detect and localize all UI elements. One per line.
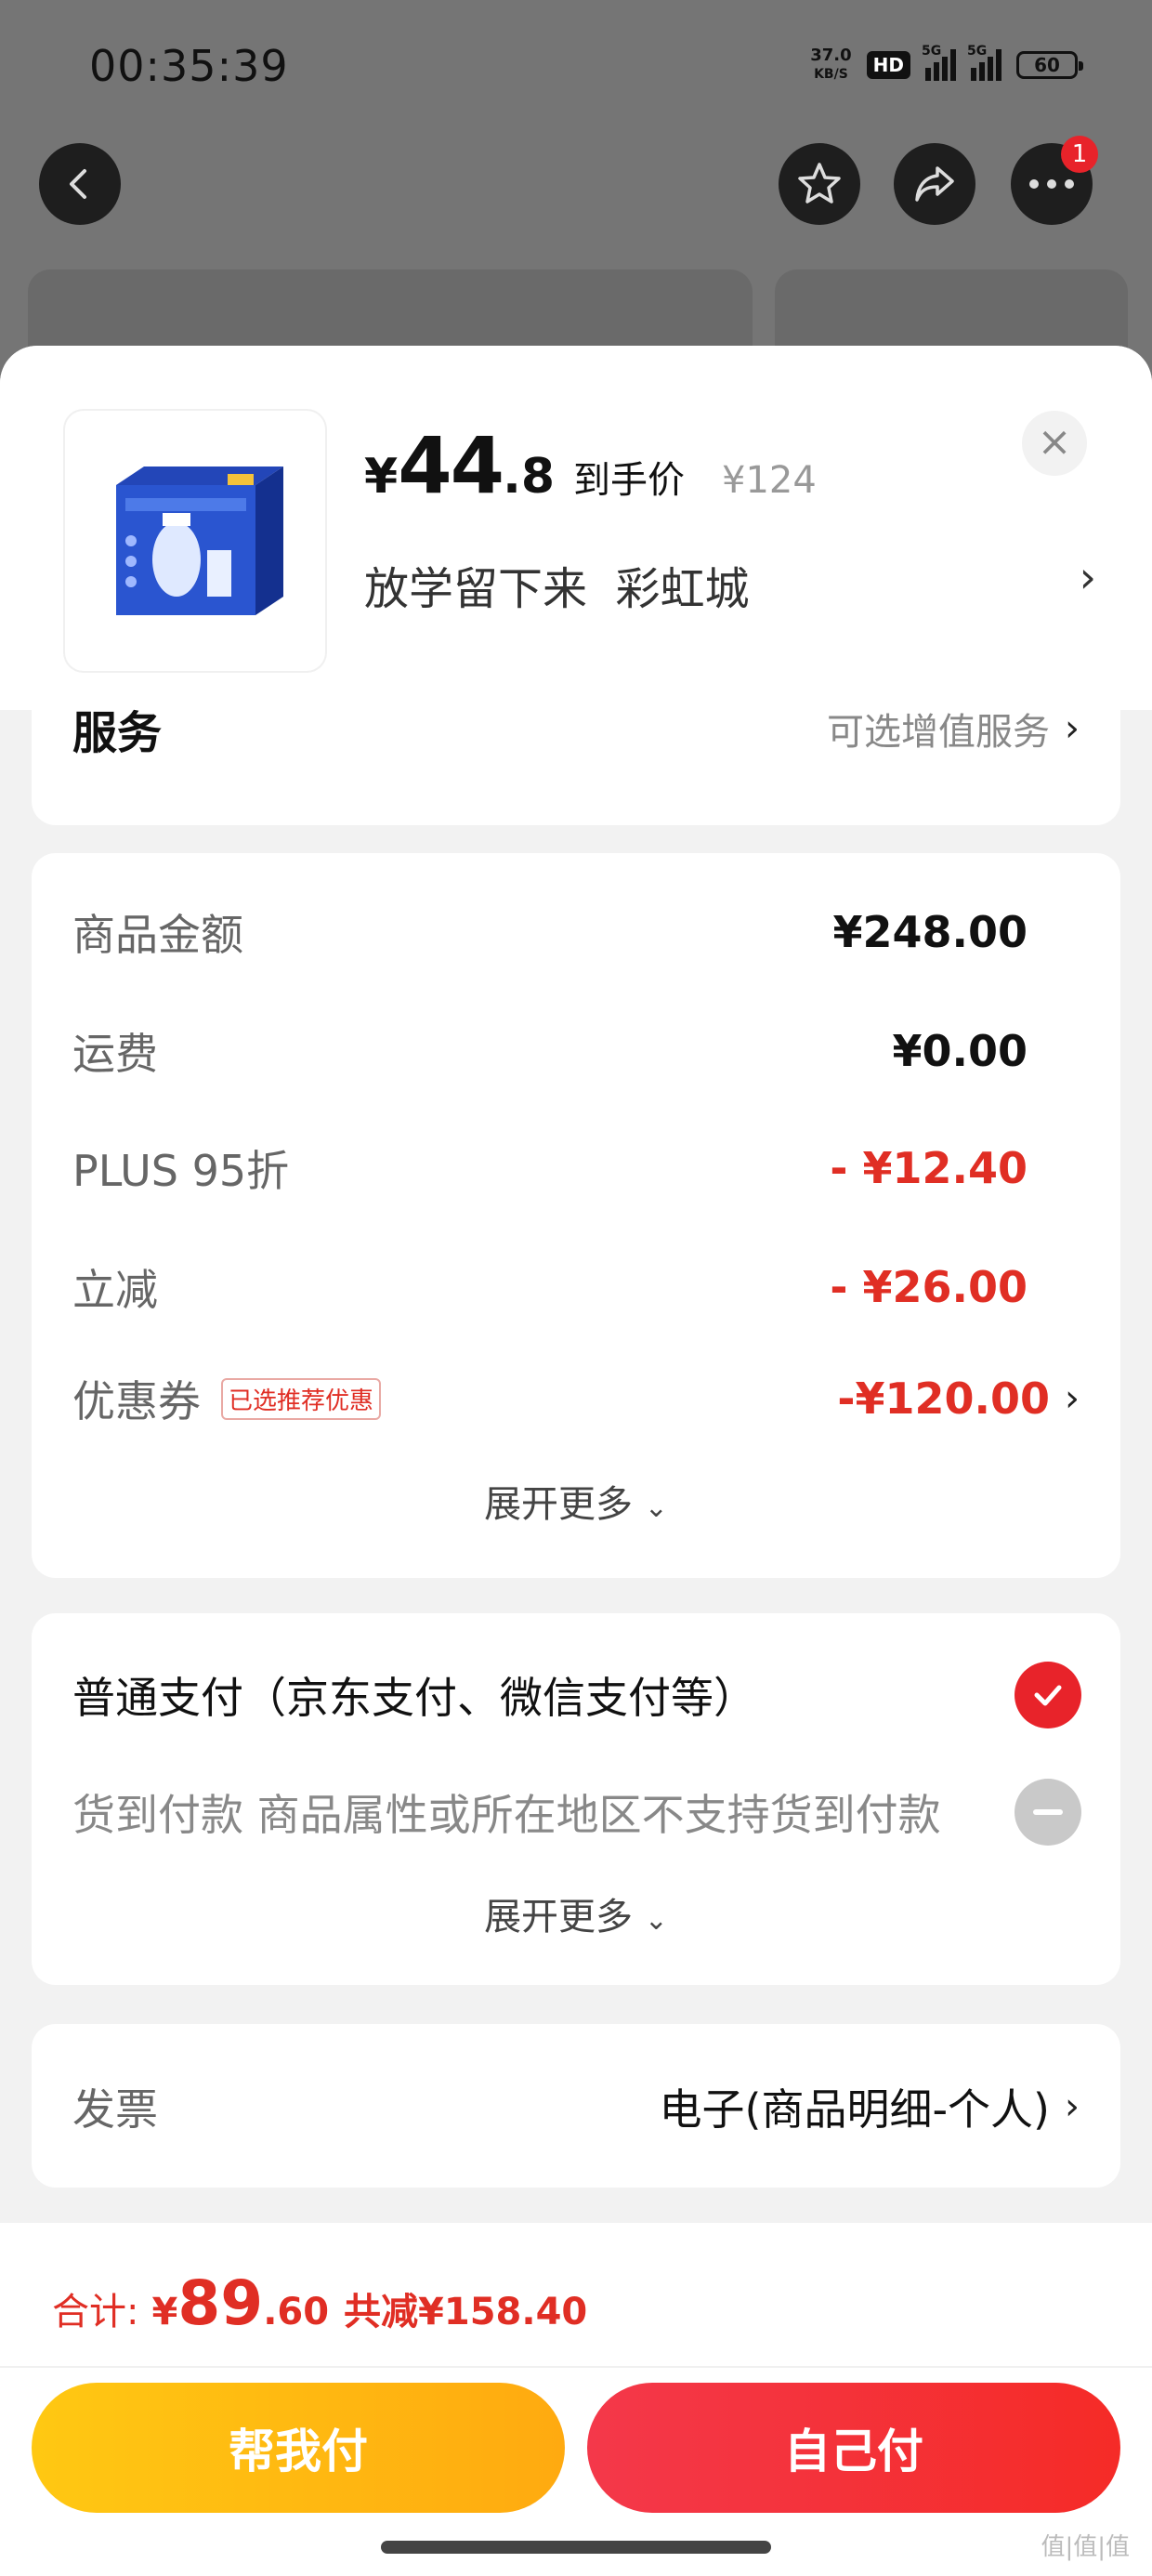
- signal-label: 5G: [922, 44, 942, 59]
- favorite-button[interactable]: [779, 143, 860, 225]
- help-pay-label: 帮我付: [229, 2425, 368, 2478]
- chevron-left-icon: [70, 169, 86, 199]
- cost-value: ¥0.00: [892, 1026, 1028, 1076]
- disabled-icon: [1015, 1779, 1081, 1846]
- payment-option-label: 货到付款 商品属性或所在地区不支持货到付款: [72, 1790, 941, 1840]
- payment-option-standard[interactable]: 普通支付（京东支付、微信支付等）: [72, 1662, 1081, 1728]
- cost-label: PLUS 95折: [72, 1146, 290, 1196]
- price-decimal: .8: [503, 449, 556, 505]
- cost-row-shipping: 运费 ¥0.00: [72, 1020, 1080, 1082]
- check-icon: [1015, 1662, 1081, 1728]
- home-indicator[interactable]: [381, 2541, 771, 2554]
- service-label: 服务: [72, 707, 163, 759]
- total-currency: ¥: [151, 2291, 178, 2333]
- more-dots-icon: [1029, 179, 1074, 189]
- service-card[interactable]: 服务 可选增值服务 ›: [32, 707, 1120, 825]
- expand-more-label: 展开更多: [484, 1483, 634, 1526]
- product-image: [116, 467, 283, 615]
- chevron-right-icon[interactable]: ›: [1080, 552, 1096, 602]
- cost-label: 运费: [72, 1029, 158, 1079]
- cost-row-plus-discount: PLUS 95折 - ¥12.40: [72, 1137, 1080, 1199]
- share-icon: [915, 166, 954, 202]
- original-price: ¥124: [722, 459, 817, 502]
- total-integer: 89: [177, 2267, 264, 2339]
- product-thumbnail[interactable]: [65, 411, 325, 671]
- expand-more-button[interactable]: 展开更多 ⌄: [32, 1886, 1120, 1940]
- price-line: ¥ 44 .8 到手价 ¥124: [364, 420, 817, 511]
- cost-row-coupon[interactable]: 优惠券 已选推荐优惠 -¥120.00 ›: [72, 1368, 1080, 1429]
- chevron-right-icon: ›: [1065, 2085, 1080, 2128]
- payment-option-label: 普通支付（京东支付、微信支付等）: [72, 1673, 756, 1723]
- cost-row-instant-discount: 立减 - ¥26.00: [72, 1256, 1080, 1318]
- signal-icon: 5G: [967, 44, 1001, 81]
- battery-icon: 60: [1016, 51, 1083, 79]
- payment-option-cod: 货到付款 商品属性或所在地区不支持货到付款: [72, 1779, 1081, 1846]
- total-summary: 合计: ¥ 89 .60 共减¥158.40: [52, 2267, 587, 2339]
- network-speed-value: 37.0: [810, 46, 852, 65]
- cost-value: ¥248.00: [832, 907, 1028, 957]
- network-speed: 37.0 KB/S: [810, 46, 851, 84]
- chevron-down-icon: ⌄: [644, 1492, 668, 1524]
- total-discount: 共减¥158.40: [344, 2291, 588, 2333]
- invoice-value: 电子(商品明细-个人): [659, 2084, 1051, 2135]
- chevron-right-icon: ›: [1065, 1377, 1080, 1420]
- close-icon: ×: [1037, 418, 1072, 466]
- payment-method-card: 普通支付（京东支付、微信支付等） 货到付款 商品属性或所在地区不支持货到付款 展…: [32, 1613, 1120, 1985]
- star-icon: [798, 163, 841, 204]
- price-tag: 到手价: [573, 459, 686, 502]
- chevron-down-icon: ⌄: [644, 1904, 668, 1937]
- notification-badge: 1: [1061, 136, 1098, 173]
- total-decimal: .60: [263, 2291, 330, 2333]
- help-pay-button[interactable]: 帮我付: [32, 2383, 565, 2513]
- price-currency: ¥: [364, 449, 399, 505]
- coupon-tag: 已选推荐优惠: [221, 1377, 382, 1420]
- expand-more-button[interactable]: 展开更多 ⌄: [32, 1474, 1120, 1528]
- product-header: ¥ 44 .8 到手价 ¥124 放学留下来 彩虹城 › ×: [0, 346, 1152, 710]
- status-bar: 00:35:39 37.0 KB/S HD 5G 5G 60: [0, 0, 1152, 139]
- cost-label: 商品金额: [72, 910, 243, 960]
- back-button[interactable]: [39, 143, 121, 225]
- cost-label: 优惠券: [72, 1376, 201, 1426]
- chevron-right-icon: ›: [1065, 707, 1080, 750]
- footer-divider: [0, 2366, 1152, 2368]
- service-hint: 可选增值服务: [827, 711, 1050, 754]
- invoice-label: 发票: [72, 2084, 158, 2135]
- invoice-card[interactable]: 发票 电子(商品明细-个人) ›: [32, 2024, 1120, 2188]
- cost-value: -¥120.00: [837, 1373, 1050, 1424]
- cost-value: - ¥26.00: [830, 1262, 1028, 1312]
- self-pay-button[interactable]: 自己付: [587, 2383, 1120, 2513]
- total-label: 合计:: [52, 2291, 139, 2333]
- self-pay-label: 自己付: [784, 2425, 923, 2478]
- hd-icon: HD: [866, 51, 910, 79]
- cost-row-subtotal: 商品金额 ¥248.00: [72, 901, 1080, 963]
- network-speed-unit: KB/S: [814, 67, 848, 82]
- signal-label: 5G: [967, 44, 988, 59]
- cost-label: 立减: [72, 1265, 158, 1315]
- product-spec[interactable]: 放学留下来 彩虹城: [364, 552, 750, 617]
- checkout-footer: 合计: ¥ 89 .60 共减¥158.40 帮我付 自己付: [0, 2223, 1152, 2576]
- cost-value: - ¥12.40: [830, 1143, 1028, 1193]
- status-icons: 37.0 KB/S HD 5G 5G 60: [810, 44, 1083, 84]
- close-button[interactable]: ×: [1022, 411, 1087, 476]
- cost-breakdown-card: 商品金额 ¥248.00 运费 ¥0.00 PLUS 95折 - ¥12.40 …: [32, 853, 1120, 1578]
- signal-icon: 5G: [922, 44, 956, 81]
- more-button[interactable]: 1: [1011, 136, 1098, 225]
- expand-more-label: 展开更多: [484, 1896, 634, 1939]
- share-button[interactable]: [894, 143, 975, 225]
- watermark: 值|值|值: [1041, 2533, 1130, 2561]
- status-time: 00:35:39: [89, 41, 289, 91]
- price-integer: 44: [398, 420, 504, 511]
